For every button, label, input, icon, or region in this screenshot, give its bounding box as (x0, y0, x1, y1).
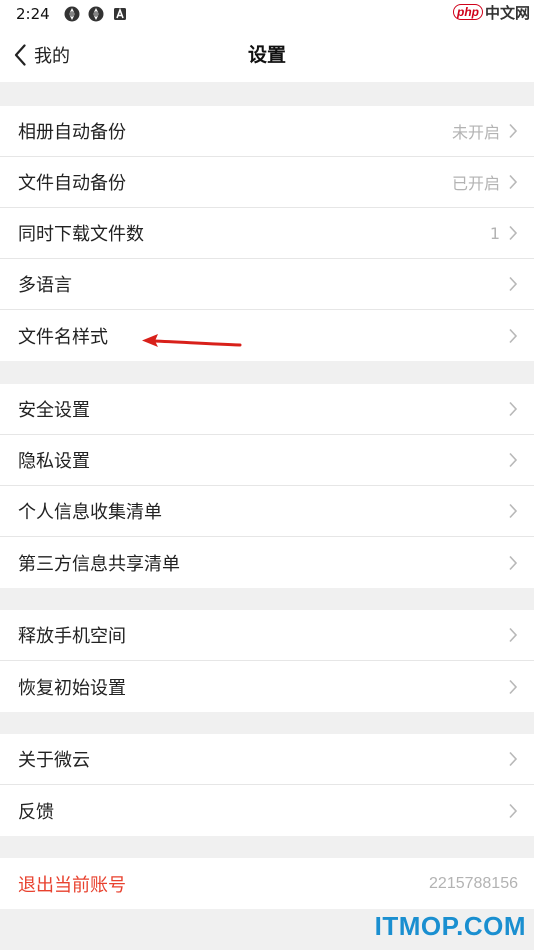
setting-album-backup[interactable]: 相册自动备份 未开启 (0, 106, 534, 157)
php-logo-suffix: 中文网 (484, 4, 530, 22)
setting-third-party-sharing-list[interactable]: 第三方信息共享清单 (0, 537, 534, 588)
setting-label: 同时下载文件数 (18, 224, 144, 245)
chevron-right-icon (509, 225, 518, 241)
settings-group-logout: 退出当前账号 2215788156 (0, 858, 534, 909)
setting-free-space[interactable]: 释放手机空间 (0, 610, 534, 661)
settings-group-security: 安全设置 隐私设置 个人信息收集清单 第三方信息共享清单 (0, 384, 534, 588)
settings-group-storage: 释放手机空间 恢复初始设置 (0, 610, 534, 712)
chevron-right-icon (509, 803, 518, 818)
setting-label: 文件自动备份 (18, 173, 126, 194)
chevron-right-icon (509, 452, 518, 468)
setting-security[interactable]: 安全设置 (0, 384, 534, 435)
settings-group-backup: 相册自动备份 未开启 文件自动备份 已开启 同时下载文件数 1 多语言 文件名样… (0, 106, 534, 361)
setting-label: 释放手机空间 (18, 626, 126, 647)
setting-personal-info-list[interactable]: 个人信息收集清单 (0, 486, 534, 537)
setting-filename-style[interactable]: 文件名样式 (0, 310, 534, 361)
status-time: 2:24 (16, 5, 50, 23)
setting-value: 1 (489, 223, 500, 243)
chevron-right-icon (509, 751, 518, 767)
setting-value: 已开启 (451, 174, 500, 193)
setting-label: 相册自动备份 (18, 122, 126, 143)
chevron-right-icon (509, 174, 518, 190)
setting-privacy[interactable]: 隐私设置 (0, 435, 534, 486)
setting-value: 未开启 (451, 123, 500, 142)
setting-label: 多语言 (18, 275, 72, 296)
chevron-right-icon (509, 679, 518, 694)
logout-button[interactable]: 退出当前账号 2215788156 (0, 858, 534, 909)
setting-label: 关于微云 (18, 750, 90, 771)
setting-reset-defaults[interactable]: 恢复初始设置 (0, 661, 534, 712)
settings-group-about: 关于微云 反馈 (0, 734, 534, 836)
chevron-right-icon (509, 503, 518, 519)
setting-label: 第三方信息共享清单 (18, 553, 180, 575)
chevron-right-icon (509, 401, 518, 417)
setting-label: 个人信息收集清单 (18, 502, 162, 523)
setting-language[interactable]: 多语言 (0, 259, 534, 310)
chevron-left-icon (14, 44, 26, 66)
logout-label: 退出当前账号 (18, 874, 126, 896)
aperture-icon (88, 6, 104, 22)
nav-bar: 我的 设置 (0, 28, 534, 82)
chevron-right-icon (509, 123, 518, 139)
page-title: 设置 (247, 44, 286, 66)
setting-label: 隐私设置 (18, 451, 90, 472)
aperture-icon (64, 6, 80, 22)
setting-label: 反馈 (18, 801, 54, 823)
setting-label: 恢复初始设置 (18, 677, 126, 699)
setting-feedback[interactable]: 反馈 (0, 785, 534, 836)
itmop-watermark: ITMOP.COM (374, 911, 526, 941)
back-label: 我的 (34, 46, 70, 67)
chevron-right-icon (509, 276, 518, 292)
settings-screen: 2:24 php 中文网 我的 设置 相册自动备份 未开启 文件自动备份 已开启… (0, 0, 534, 950)
chevron-right-icon (509, 555, 518, 570)
notification-a-icon (113, 7, 126, 20)
account-id: 2215788156 (429, 874, 518, 892)
php-watermark: php 中文网 (452, 0, 534, 24)
setting-about[interactable]: 关于微云 (0, 734, 534, 785)
setting-file-backup[interactable]: 文件自动备份 已开启 (0, 157, 534, 208)
setting-label: 安全设置 (18, 400, 90, 421)
chevron-right-icon (509, 627, 518, 643)
setting-concurrent-downloads[interactable]: 同时下载文件数 1 (0, 208, 534, 259)
setting-label: 文件名样式 (18, 326, 108, 348)
php-logo: php (452, 4, 483, 20)
back-button[interactable]: 我的 (14, 28, 70, 82)
chevron-right-icon (509, 328, 518, 343)
